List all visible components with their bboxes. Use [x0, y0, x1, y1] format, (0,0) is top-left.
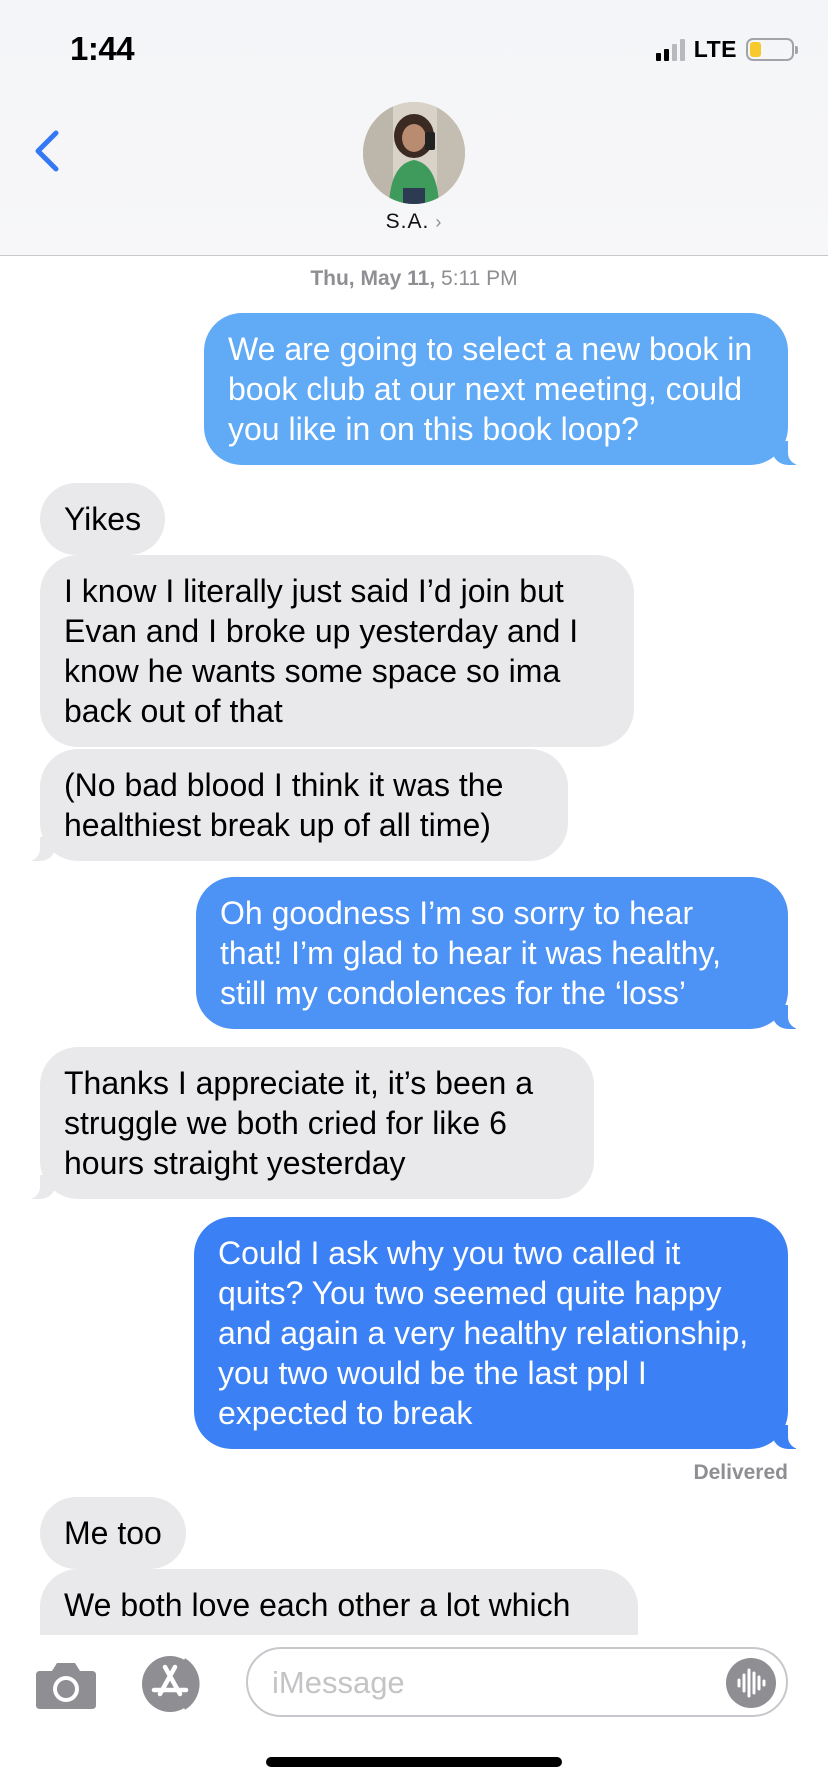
- contact-name: S.A.: [385, 210, 430, 233]
- battery-icon: [746, 38, 798, 61]
- chevron-left-icon: [35, 130, 59, 172]
- message-input[interactable]: [272, 1661, 732, 1705]
- message-text: Yikes: [64, 501, 142, 537]
- message-text: We are going to select a new book in boo…: [228, 331, 753, 447]
- message-text: Oh goodness I’m so sorry to hear that! I…: [220, 895, 721, 1011]
- message-bubble-incoming[interactable]: We both love each other a lot which: [40, 1569, 638, 1635]
- message-text: I know I literally just said I’d join bu…: [64, 573, 579, 729]
- message-bubble-incoming[interactable]: Me too: [40, 1497, 186, 1569]
- message-bubble-incoming[interactable]: (No bad blood I think it was the healthi…: [22, 749, 568, 861]
- message-bubble-incoming[interactable]: I know I literally just said I’d join bu…: [40, 555, 634, 747]
- chevron-right-icon: ›: [435, 212, 443, 232]
- contact-avatar[interactable]: [363, 102, 465, 204]
- message-bubble-outgoing[interactable]: Could I ask why you two called it quits?…: [194, 1217, 806, 1449]
- cellular-signal-icon: [655, 38, 685, 61]
- message-text: Thanks I appreciate it, it’s been a stru…: [64, 1065, 534, 1181]
- message-bubble-incoming[interactable]: Thanks I appreciate it, it’s been a stru…: [22, 1047, 594, 1199]
- app-store-icon: [142, 1656, 200, 1712]
- message-bubble-outgoing[interactable]: We are going to select a new book in boo…: [204, 313, 806, 465]
- compose-bar: [0, 1635, 828, 1792]
- message-text: We both love each other a lot which: [64, 1587, 571, 1623]
- avatar-photo: [363, 102, 465, 204]
- app-store-button[interactable]: [140, 1654, 212, 1714]
- conversation-header: 1:44 LTE S.A. ›: [0, 0, 828, 256]
- message-bubble-outgoing[interactable]: Oh goodness I’m so sorry to hear that! I…: [196, 877, 806, 1029]
- battery-level-fill: [750, 42, 762, 57]
- message-text: Me too: [64, 1515, 162, 1551]
- delivered-status: Delivered: [693, 1461, 788, 1484]
- thread-timestamp: Thu, May 11, 5:11 PM: [0, 267, 828, 291]
- home-indicator[interactable]: [266, 1757, 562, 1767]
- timestamp-time: 5:11 PM: [441, 267, 518, 290]
- status-time: 1:44: [70, 30, 135, 67]
- message-text: (No bad blood I think it was the healthi…: [64, 767, 504, 843]
- back-button[interactable]: [30, 128, 66, 174]
- network-type-label: LTE: [693, 36, 737, 62]
- camera-icon: [36, 1663, 96, 1709]
- message-text: Could I ask why you two called it quits?…: [218, 1235, 749, 1431]
- audio-message-button[interactable]: [726, 1658, 776, 1708]
- message-thread[interactable]: Thu, May 11, 5:11 PM We are going to sel…: [0, 257, 828, 1635]
- audio-waveform-icon: [737, 1668, 766, 1698]
- timestamp-day: Thu, May 11,: [310, 267, 436, 290]
- message-input-field[interactable]: [246, 1647, 788, 1717]
- contact-name-button[interactable]: S.A. ›: [0, 210, 828, 234]
- status-indicators: LTE: [655, 36, 798, 63]
- camera-button[interactable]: [34, 1657, 98, 1711]
- message-bubble-incoming[interactable]: Yikes: [40, 483, 166, 555]
